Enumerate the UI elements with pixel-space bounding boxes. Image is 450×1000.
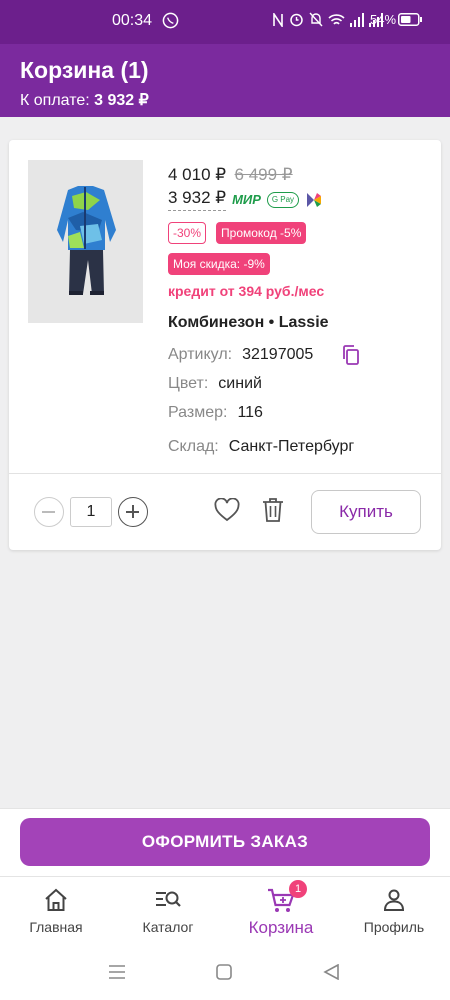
quantity-stepper: 1: [34, 497, 148, 527]
my-discount-badge: Моя скидка: -9%: [168, 253, 270, 275]
place-order-button[interactable]: ОФОРМИТЬ ЗАКАЗ: [20, 818, 430, 866]
heart-icon[interactable]: [214, 498, 240, 522]
mute-bell-icon: [309, 12, 323, 27]
discount-badge: -30%: [168, 222, 207, 244]
catalog-search-icon: [156, 891, 181, 907]
nfc-icon: [273, 12, 283, 27]
warehouse-label: Склад:: [168, 438, 219, 455]
color-row: Цвет: синий: [168, 375, 262, 393]
decrease-quantity-button[interactable]: [34, 497, 64, 527]
promo-badge: Промокод -5%: [216, 222, 307, 244]
size-label: Размер:: [168, 404, 228, 421]
viber-icon: [162, 12, 179, 29]
status-icons: [272, 12, 383, 27]
size-row: Размер: 116: [168, 404, 263, 422]
system-navbar: [0, 948, 450, 1000]
cart-item-card: 4 010 ₽ 6 499 ₽ 3 932 ₽ МИР G Pay -30% П…: [9, 140, 441, 550]
tab-cart[interactable]: 1 Корзина: [225, 877, 337, 949]
payment-total: К оплате: 3 932 ₽: [20, 90, 149, 110]
final-price-row: 3 932 ₽ МИР G Pay: [168, 188, 323, 211]
price-old: 6 499 ₽: [234, 165, 293, 184]
product-image[interactable]: [28, 160, 143, 323]
my-discount-row: Моя скидка: -9%: [168, 253, 270, 275]
cart-count-badge: 1: [289, 880, 307, 898]
battery-icon: [398, 13, 422, 26]
tab-catalog-label: Каталог: [142, 919, 194, 935]
gpay-payment-icon: G Pay: [266, 191, 299, 208]
bottom-tabbar: Главная Каталог 1 Корзина Профиль: [0, 876, 450, 948]
price-final[interactable]: 3 932 ₽: [168, 188, 227, 211]
product-name[interactable]: Комбинезон • Lassie: [168, 314, 329, 332]
profile-icon: [383, 889, 405, 911]
card-divider: [9, 473, 441, 474]
alarm-icon: [290, 13, 303, 27]
payment-total-label: К оплате:: [20, 92, 90, 109]
payment-total-value: 3 932 ₽: [94, 92, 149, 109]
tab-cart-label: Корзина: [248, 918, 314, 937]
size-value: 116: [237, 404, 263, 421]
home-icon: [45, 888, 67, 911]
tab-profile-label: Профиль: [363, 919, 425, 935]
warehouse-row: Склад: Санкт-Петербург: [168, 438, 354, 456]
tab-home[interactable]: Главная: [0, 877, 112, 949]
status-time: 00:34: [112, 12, 153, 29]
recent-apps-icon[interactable]: [108, 964, 126, 980]
price-current: 4 010 ₽: [168, 165, 227, 184]
cart-header: Корзина (1) К оплате: 3 932 ₽: [0, 44, 450, 117]
credit-offer[interactable]: кредит от 394 руб./мес: [168, 283, 324, 299]
warehouse-value: Санкт-Петербург: [228, 438, 355, 455]
battery-percent: 54%: [370, 12, 397, 27]
wifi-icon: [328, 13, 345, 25]
copy-icon[interactable]: [342, 345, 360, 365]
tab-home-label: Главная: [29, 919, 83, 935]
page-title: Корзина (1): [20, 57, 149, 83]
home-nav-icon[interactable]: [216, 964, 232, 980]
article-label: Артикул:: [168, 346, 233, 363]
back-nav-icon[interactable]: [323, 964, 339, 980]
discount-badges: -30% Промокод -5%: [168, 222, 307, 244]
article-value: 32197005: [242, 346, 314, 363]
status-bar: 00:34 54%: [0, 0, 450, 44]
signal-icon: [350, 12, 364, 27]
tab-profile[interactable]: Профиль: [338, 877, 450, 949]
mir-payment-icon: МИР: [232, 192, 261, 207]
increase-quantity-button[interactable]: [118, 497, 148, 527]
color-label: Цвет:: [168, 375, 209, 392]
color-value: синий: [218, 375, 262, 392]
quantity-input[interactable]: 1: [70, 497, 112, 527]
checkout-bar: ОФОРМИТЬ ЗАКАЗ: [0, 808, 450, 876]
tab-catalog[interactable]: Каталог: [112, 877, 224, 949]
sbp-payment-icon: [306, 192, 321, 207]
trash-icon[interactable]: [262, 497, 284, 523]
buy-button[interactable]: Купить: [311, 490, 421, 534]
article-row: Артикул: 32197005: [168, 346, 313, 364]
price-row: 4 010 ₽ 6 499 ₽: [168, 165, 293, 185]
